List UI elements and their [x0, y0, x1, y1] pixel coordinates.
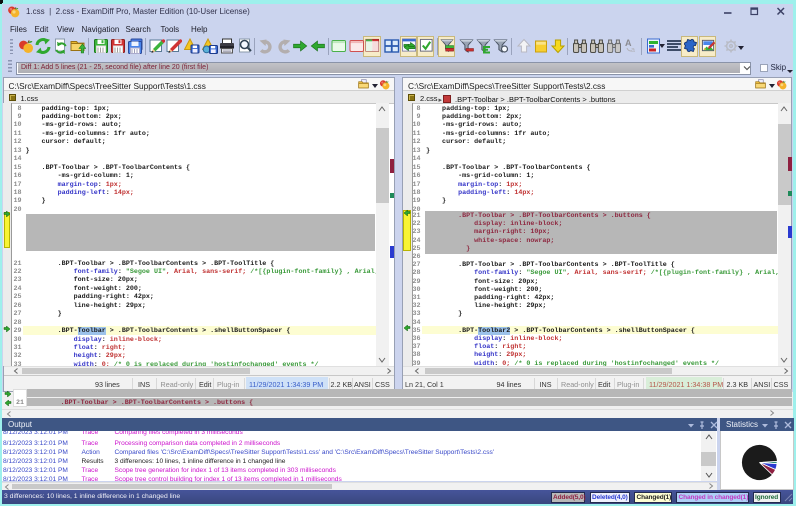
svg-text:a: a — [631, 47, 635, 54]
